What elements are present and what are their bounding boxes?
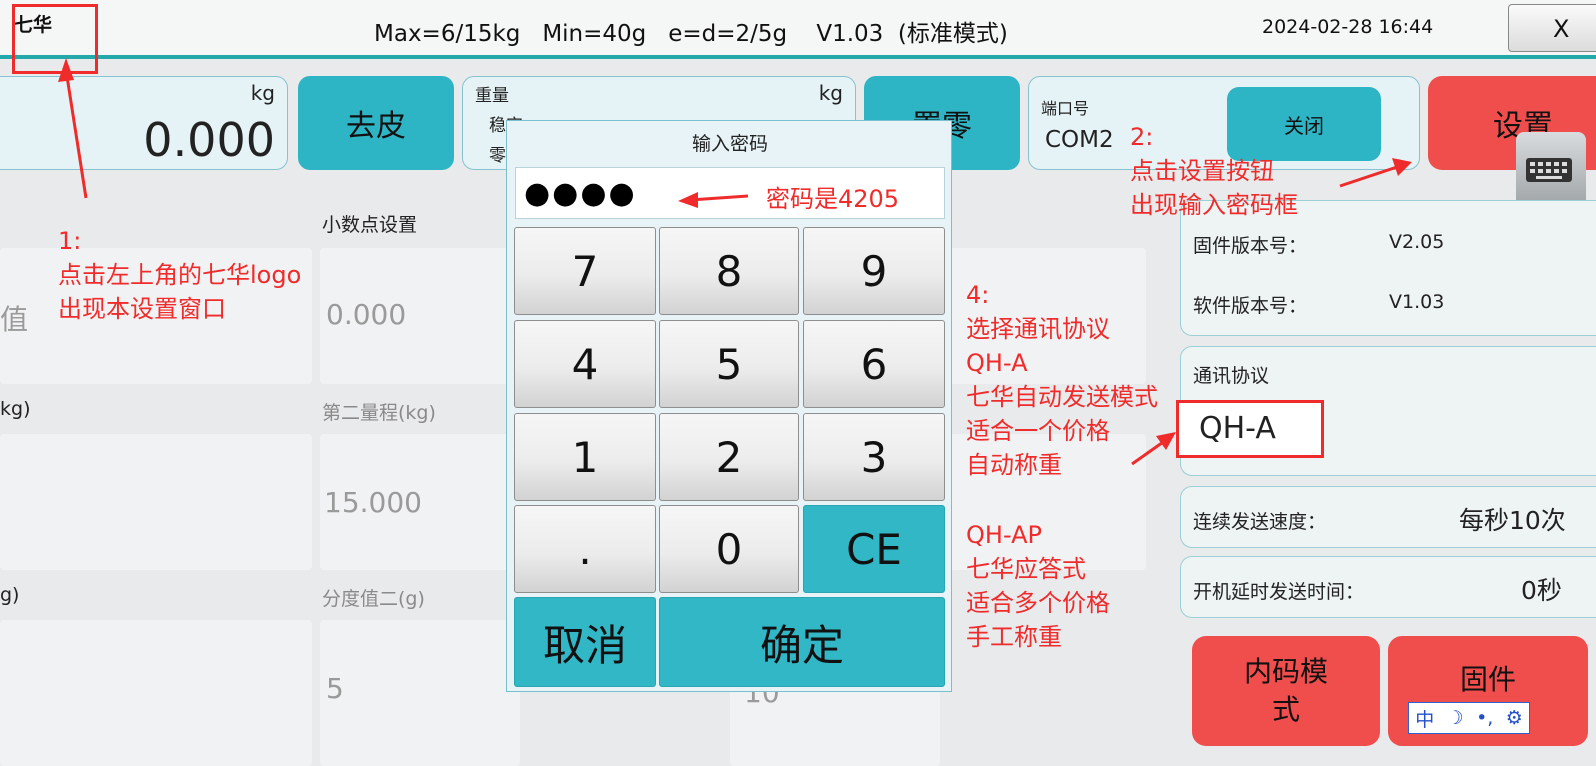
- protocol-select[interactable]: QH-A: [1176, 400, 1324, 458]
- key-7[interactable]: 7: [514, 227, 656, 315]
- annotation-qhap: QH-AP 七华应答式 适合多个价格 手工称重: [966, 518, 1110, 654]
- tare-value: 0.000: [143, 113, 275, 167]
- key-8[interactable]: 8: [659, 227, 799, 315]
- key-3[interactable]: 3: [803, 413, 945, 501]
- setting-cell-1c: [0, 620, 312, 766]
- key-9[interactable]: 9: [803, 227, 945, 315]
- annotation-qhap-line3: 适合多个价格: [966, 589, 1110, 617]
- key-4[interactable]: 4: [514, 320, 656, 408]
- gear-icon[interactable]: ⚙: [1506, 707, 1523, 729]
- annotation-step1-line2: 点击左上角的七华logo: [58, 261, 302, 289]
- inner-code-mode-button[interactable]: 内码模式: [1192, 636, 1380, 746]
- tare-weight-panel: kg 0.000: [0, 76, 288, 170]
- annotation-step1-line1: 1:: [58, 227, 82, 255]
- zero-indicator: 零: [489, 146, 506, 166]
- protocol-value: QH-A: [1199, 411, 1276, 446]
- logo-highlight-box: [12, 4, 98, 74]
- dialog-title: 输入密码: [691, 133, 768, 155]
- weight-label: 重量: [475, 86, 509, 106]
- speed-panel[interactable]: 连续发送速度： 每秒10次: [1180, 486, 1596, 548]
- close-button[interactable]: X: [1508, 4, 1596, 52]
- datetime: 2024-02-28 16:44: [1262, 16, 1434, 38]
- annotation-password-hint: 密码是4205: [766, 185, 900, 213]
- delay-panel[interactable]: 开机延时发送时间： 0秒: [1180, 556, 1596, 618]
- moon-icon[interactable]: ☽: [1447, 707, 1464, 729]
- delay-value: 0秒: [1521, 576, 1562, 605]
- annotation-step1: 1: 点击左上角的七华logo 出现本设置窗口: [58, 224, 301, 326]
- annotation-step4: 4: 选择通讯协议 QH-A 七华自动发送模式 适合一个价格 自动称重: [966, 278, 1158, 482]
- inner-code-mode-label: 内码模式: [1243, 655, 1328, 726]
- range2-value: 15.000: [324, 486, 422, 519]
- firmware-version-value: V2.05: [1389, 231, 1445, 253]
- software-version-value: V1.03: [1389, 291, 1445, 313]
- arrow-protocol-head: [1156, 432, 1176, 450]
- tare-unit: kg: [250, 81, 275, 105]
- annotation-step2: 2: 点击设置按钮 出现输入密码框: [1130, 120, 1298, 222]
- delay-label: 开机延时发送时间：: [1193, 581, 1365, 603]
- port-label: 端口号: [1041, 99, 1090, 118]
- annotation-step4-line2: 选择通讯协议: [966, 315, 1110, 343]
- key-ce[interactable]: CE: [803, 505, 945, 593]
- annotation-qhap-line2: 七华应答式: [966, 555, 1086, 583]
- ime-lang-toggle[interactable]: 中: [1415, 705, 1434, 732]
- title-bar-divider: [0, 55, 1596, 59]
- keyboard-icon-svg: [1526, 158, 1572, 182]
- keyboard-icon[interactable]: [1516, 132, 1586, 208]
- annotation-qhap-line4: 手工称重: [966, 623, 1062, 651]
- decimal-value: 0.000: [326, 298, 407, 331]
- decimal-label: 小数点设置: [322, 214, 418, 236]
- division2-label: 分度值二(g): [322, 588, 425, 610]
- punctuation-icon[interactable]: •,: [1476, 707, 1493, 729]
- annotation-step4-line4: 七华自动发送模式: [966, 383, 1158, 411]
- setting-cell-1b: [0, 434, 312, 570]
- tare-button[interactable]: 去皮: [298, 76, 454, 170]
- speed-value: 每秒10次: [1459, 506, 1566, 535]
- annotation-step2-line1: 2:: [1130, 123, 1154, 151]
- setting-label-value: 值: [0, 303, 29, 336]
- annotation-step4-line1: 4:: [966, 281, 990, 309]
- setting-label-kg: kg): [0, 398, 31, 420]
- annotation-step2-line3: 出现输入密码框: [1130, 191, 1298, 219]
- protocol-label: 通讯协议: [1193, 365, 1270, 387]
- annotation-step4-line3: QH-A: [966, 349, 1028, 377]
- annotation-step2-line2: 点击设置按钮: [1130, 157, 1274, 185]
- firmware-version-label: 固件版本号：: [1193, 235, 1308, 257]
- range2-label: 第二量程(kg): [322, 402, 436, 424]
- scale-spec-text: Max=6/15kg Min=40g e=d=2/5g V1.03 (标准模式): [374, 21, 1008, 47]
- speed-label: 连续发送速度：: [1193, 511, 1327, 533]
- division2-value: 5: [326, 672, 344, 705]
- ime-toolbar[interactable]: 中 ☽ •, ⚙: [1408, 702, 1530, 734]
- confirm-button[interactable]: 确定: [659, 597, 945, 687]
- key-0[interactable]: 0: [659, 505, 799, 593]
- firmware-button-label: 固件: [1459, 663, 1516, 696]
- key-6[interactable]: 6: [803, 320, 945, 408]
- key-5[interactable]: 5: [659, 320, 799, 408]
- setting-label-g: g): [0, 584, 20, 606]
- key-1[interactable]: 1: [514, 413, 656, 501]
- password-mask: ●●●●: [524, 176, 637, 211]
- weight-unit: kg: [818, 81, 843, 105]
- annotation-step4-line5: 适合一个价格: [966, 417, 1110, 445]
- key-2[interactable]: 2: [659, 413, 799, 501]
- port-value: COM2: [1045, 127, 1114, 153]
- cancel-button[interactable]: 取消: [514, 597, 656, 687]
- annotation-step1-line3: 出现本设置窗口: [58, 295, 226, 323]
- software-version-label: 软件版本号：: [1193, 295, 1308, 317]
- division2-field[interactable]: [320, 620, 520, 766]
- key-dot[interactable]: .: [514, 505, 656, 593]
- annotation-qhap-line1: QH-AP: [966, 521, 1042, 549]
- annotation-step4-line6: 自动称重: [966, 451, 1062, 479]
